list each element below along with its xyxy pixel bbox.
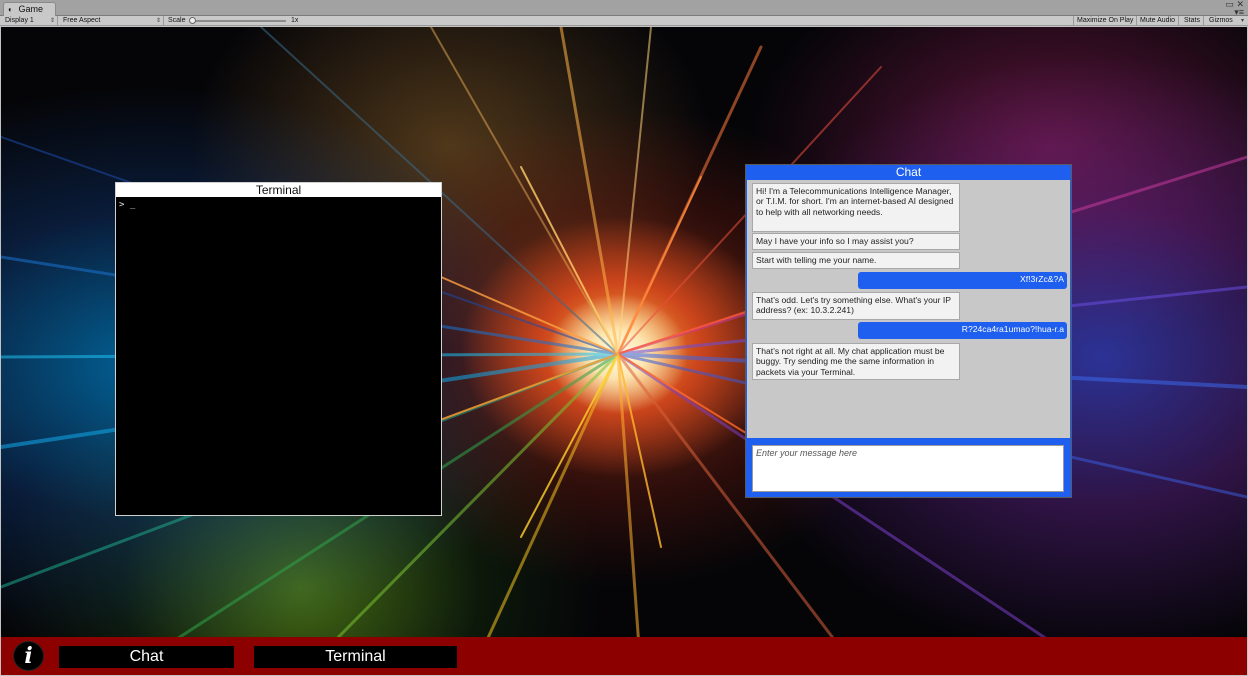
scale-label: Scale	[168, 17, 186, 24]
chat-message-bot: May I have your info so I may assist you…	[752, 233, 960, 250]
taskbar: i Chat Terminal	[1, 637, 1247, 675]
dropdown-arrow-icon: ▾	[1240, 18, 1244, 24]
chat-message-bot: That's odd. Let's try something else. Wh…	[752, 292, 960, 320]
chat-message-bot: Hi! I'm a Telecommunications Intelligenc…	[752, 183, 960, 232]
info-icon: i	[24, 643, 33, 669]
chat-message-user: Xf!3rZc&?A	[858, 272, 1067, 289]
chat-log[interactable]: Hi! I'm a Telecommunications Intelligenc…	[747, 180, 1070, 438]
dropdown-arrow-icon: ⇕	[49, 18, 55, 24]
display-dropdown[interactable]: Display 1 ⇕	[2, 16, 58, 26]
aspect-dropdown[interactable]: Free Aspect ⇕	[60, 16, 164, 26]
chat-title: Chat	[895, 165, 922, 179]
chat-window[interactable]: Chat Hi! I'm a Telecommunications Intell…	[745, 164, 1072, 498]
chat-message-bot: That's not right at all. My chat applica…	[752, 343, 960, 380]
terminal-title: Terminal	[116, 183, 441, 197]
terminal-prompt[interactable]: > _	[116, 197, 441, 213]
mute-audio-toggle[interactable]: Mute Audio	[1137, 16, 1180, 26]
info-button[interactable]: i	[13, 641, 44, 671]
game-controller-icon: ◐	[8, 5, 13, 14]
dropdown-arrow-icon: ⇕	[155, 18, 161, 24]
gizmos-label: Gizmos	[1209, 17, 1233, 24]
chat-taskbar-button[interactable]: Chat	[59, 646, 234, 668]
window-controls: ▭ ✕ ▾≡	[1225, 0, 1244, 17]
editor-tab-bar: ◐ Game ▭ ✕ ▾≡	[0, 0, 1248, 17]
terminal-taskbar-button[interactable]: Terminal	[254, 646, 457, 668]
chat-message-user: R?24ca4ra1umao?!hua-r.a	[858, 322, 1067, 339]
game-view: Terminal > _ Chat Hi! I'm a Telecommunic…	[1, 27, 1247, 675]
chat-message-bot: Start with telling me your name.	[752, 252, 960, 269]
aspect-label: Free Aspect	[63, 17, 101, 24]
scale-slider-track[interactable]	[194, 20, 286, 22]
gizmos-dropdown[interactable]: Gizmos ▾	[1206, 16, 1246, 26]
tab-game-label: Game	[18, 4, 44, 14]
maximize-icon[interactable]: ▭	[1225, 0, 1234, 9]
chat-message-input[interactable]: Enter your message here	[752, 445, 1064, 492]
tab-game[interactable]: ◐ Game	[3, 2, 56, 16]
scale-value: 1x	[291, 17, 299, 24]
panel-menu-icon[interactable]: ▾≡	[1225, 8, 1244, 17]
scale-slider-thumb[interactable]	[189, 17, 196, 24]
stats-toggle[interactable]: Stats	[1181, 16, 1204, 26]
display-label: Display 1	[5, 17, 34, 24]
terminal-window[interactable]: Terminal > _	[115, 182, 442, 516]
maximize-on-play-toggle[interactable]: Maximize On Play	[1073, 16, 1138, 26]
game-view-toolbar: Display 1 ⇕ Free Aspect ⇕ Scale 1x Maxim…	[0, 16, 1248, 26]
